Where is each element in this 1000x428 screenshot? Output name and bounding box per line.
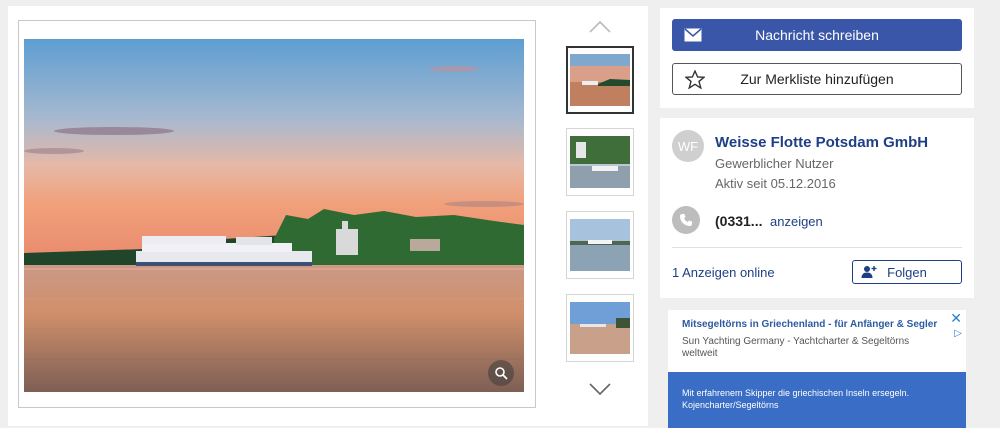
castle-boat-photo xyxy=(570,136,630,188)
phone-number: (0331... xyxy=(715,213,763,229)
zoom-button[interactable] xyxy=(488,360,514,386)
star-outline-icon xyxy=(685,70,705,89)
add-to-watchlist-label: Zur Merkliste hinzufügen xyxy=(740,71,894,87)
follow-button[interactable]: Folgen xyxy=(852,260,962,284)
seller-name-link[interactable]: Weisse Flotte Potsdam GmbH xyxy=(715,134,928,151)
add-user-icon xyxy=(861,266,877,278)
thumbnail-column xyxy=(564,6,636,426)
write-message-button[interactable]: Nachricht schreiben xyxy=(672,19,962,51)
seller-type: Gewerblicher Nutzer xyxy=(715,156,834,171)
main-image-frame xyxy=(18,20,536,408)
divider xyxy=(672,247,962,248)
avatar: WF xyxy=(672,130,704,162)
phone-reveal-link[interactable]: anzeigen xyxy=(770,214,823,229)
ad-description: Sun Yachting Germany - Yachtcharter & Se… xyxy=(682,336,910,359)
lake-boat-photo xyxy=(570,302,630,354)
ad-info-icon[interactable]: ▷ xyxy=(954,328,962,339)
thumbnail-scroll-down[interactable] xyxy=(564,376,636,402)
river-boat-photo xyxy=(570,219,630,271)
magnifier-icon xyxy=(495,367,508,380)
thumbnail-3[interactable] xyxy=(566,211,634,279)
chevron-up-icon xyxy=(589,21,611,33)
sunset-boat-photo xyxy=(24,39,524,392)
advertisement: Mitsegeltörns in Griechenland - für Anfä… xyxy=(668,310,966,428)
sunset-boat-photo xyxy=(570,54,630,106)
ad-close-icon[interactable]: ✕ xyxy=(950,310,962,327)
ad-banner[interactable]: Mit erfahrenem Skipper die griechischen … xyxy=(668,372,966,428)
ad-title-link[interactable]: Mitsegeltörns in Griechenland - für Anfä… xyxy=(682,319,937,330)
chevron-down-icon xyxy=(589,383,611,395)
thumbnail-1[interactable] xyxy=(566,46,634,114)
thumbnail-scroll-up[interactable] xyxy=(564,14,636,40)
seller-active-since: Aktiv seit 05.12.2016 xyxy=(715,176,836,191)
ad-banner-text: Mit erfahrenem Skipper die griechischen … xyxy=(682,388,910,410)
envelope-icon xyxy=(684,28,702,42)
follow-label: Folgen xyxy=(887,264,927,280)
contact-actions-card: Nachricht schreiben Zur Merkliste hinzuf… xyxy=(660,8,974,108)
add-to-watchlist-button[interactable]: Zur Merkliste hinzufügen xyxy=(672,63,962,95)
thumbnail-2[interactable] xyxy=(566,128,634,196)
write-message-label: Nachricht schreiben xyxy=(755,27,879,43)
main-image[interactable] xyxy=(24,39,524,392)
thumbnail-4[interactable] xyxy=(566,294,634,362)
gallery-panel xyxy=(8,6,648,426)
phone-icon xyxy=(672,206,700,234)
ads-online-link[interactable]: 1 Anzeigen online xyxy=(672,265,775,280)
seller-card: WF Weisse Flotte Potsdam GmbH Gewerblich… xyxy=(660,118,974,298)
